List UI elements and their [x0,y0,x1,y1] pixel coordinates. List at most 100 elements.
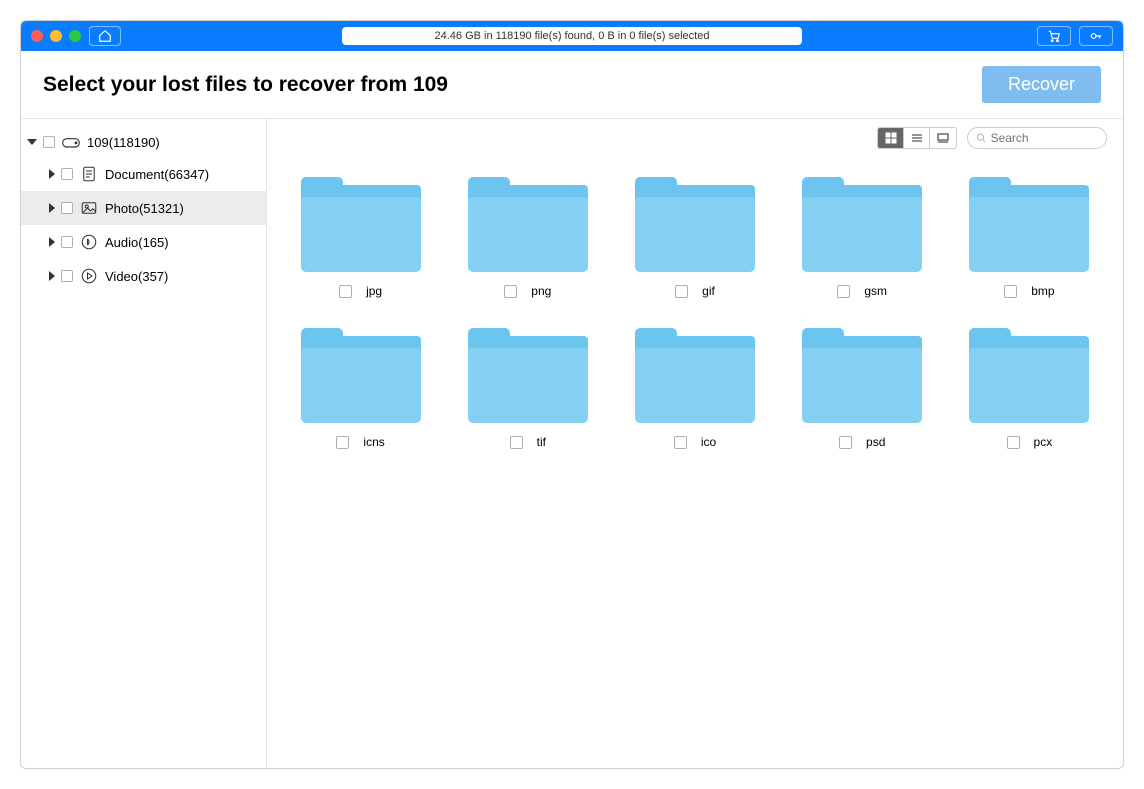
checkbox[interactable] [675,285,688,298]
folder-label-row: pcx [1007,435,1053,449]
folder-item[interactable]: jpg [297,177,424,298]
page-header: Select your lost files to recover from 1… [21,51,1123,119]
checkbox[interactable] [61,270,73,282]
folder-label: pcx [1034,435,1053,449]
view-list-button[interactable] [904,128,930,148]
folder-icon [468,177,588,272]
folder-item[interactable]: gsm [799,177,926,298]
view-toggle [877,127,957,149]
folder-label-row: tif [510,435,546,449]
home-button[interactable] [89,26,121,46]
folder-label-row: icns [336,435,384,449]
folder-label: ico [701,435,716,449]
sidebar-item-label: Video(357) [105,269,168,284]
checkbox[interactable] [674,436,687,449]
folder-icon [468,328,588,423]
view-grid-button[interactable] [878,128,904,148]
search-box[interactable] [967,127,1107,149]
folder-label-row: ico [674,435,716,449]
chevron-right-icon [49,237,55,247]
maximize-window-button[interactable] [69,30,81,42]
folder-item[interactable]: tif [464,328,591,449]
folder-item[interactable]: ico [631,328,758,449]
checkbox[interactable] [1007,436,1020,449]
video-icon [79,266,99,286]
folder-item[interactable]: pcx [966,328,1093,449]
search-icon [976,132,987,144]
folder-icon [635,328,755,423]
recover-button[interactable]: Recover [982,66,1101,103]
checkbox[interactable] [336,436,349,449]
folder-label: jpg [366,284,382,298]
chevron-right-icon [49,169,55,179]
toolbar [267,119,1123,157]
key-button[interactable] [1079,26,1113,46]
folder-label: bmp [1031,284,1054,298]
sidebar-item-video[interactable]: Video(357) [21,259,266,293]
checkbox[interactable] [839,436,852,449]
sidebar-item-audio[interactable]: Audio(165) [21,225,266,259]
checkbox[interactable] [61,202,73,214]
window-controls [31,30,81,42]
app-window: 24.46 GB in 118190 file(s) found, 0 B in… [20,20,1124,769]
folder-item[interactable]: bmp [966,177,1093,298]
folder-label-row: psd [839,435,885,449]
folder-icon [969,177,1089,272]
sidebar-item-label: Document(66347) [105,167,209,182]
document-icon [79,164,99,184]
cart-button[interactable] [1037,26,1071,46]
titlebar: 24.46 GB in 118190 file(s) found, 0 B in… [21,21,1123,51]
view-gallery-button[interactable] [930,128,956,148]
sidebar-item-label: Photo(51321) [105,201,184,216]
chevron-right-icon [49,203,55,213]
disk-icon [61,132,81,152]
folder-label-row: png [504,284,551,298]
list-icon [911,132,923,144]
minimize-window-button[interactable] [50,30,62,42]
close-window-button[interactable] [31,30,43,42]
checkbox[interactable] [61,168,73,180]
folder-icon [969,328,1089,423]
checkbox[interactable] [504,285,517,298]
folder-item[interactable]: icns [297,328,424,449]
folder-label: gif [702,284,715,298]
folder-label: icns [363,435,384,449]
body: 109(118190) Document(66347) Photo(51321) [21,119,1123,768]
folder-icon [802,177,922,272]
checkbox[interactable] [837,285,850,298]
cart-icon [1046,29,1062,43]
folder-item[interactable]: gif [631,177,758,298]
folder-label-row: gsm [837,284,887,298]
sidebar-item-label: Audio(165) [105,235,169,250]
folder-label: tif [537,435,546,449]
checkbox[interactable] [339,285,352,298]
checkbox[interactable] [1004,285,1017,298]
chevron-right-icon [49,271,55,281]
folder-grid: jpg png gif gsm [267,157,1123,469]
folder-label-row: gif [675,284,715,298]
checkbox[interactable] [61,236,73,248]
folder-label: gsm [864,284,887,298]
folder-item[interactable]: psd [799,328,926,449]
folder-icon [802,328,922,423]
folder-label: png [531,284,551,298]
key-icon [1088,29,1104,43]
gallery-icon [937,132,949,144]
folder-icon [301,328,421,423]
tree-root[interactable]: 109(118190) [21,127,266,157]
audio-icon [79,232,99,252]
checkbox[interactable] [510,436,523,449]
tree-root-label: 109(118190) [87,135,160,150]
grid-icon [885,132,897,144]
folder-label-row: bmp [1004,284,1054,298]
status-bar: 24.46 GB in 118190 file(s) found, 0 B in… [342,27,802,45]
folder-label: psd [866,435,885,449]
home-icon [98,29,112,43]
sidebar-item-photo[interactable]: Photo(51321) [21,191,266,225]
search-input[interactable] [991,131,1098,145]
sidebar: 109(118190) Document(66347) Photo(51321) [21,119,267,768]
folder-item[interactable]: png [464,177,591,298]
checkbox[interactable] [43,136,55,148]
page-title: Select your lost files to recover from 1… [43,73,448,97]
sidebar-item-document[interactable]: Document(66347) [21,157,266,191]
